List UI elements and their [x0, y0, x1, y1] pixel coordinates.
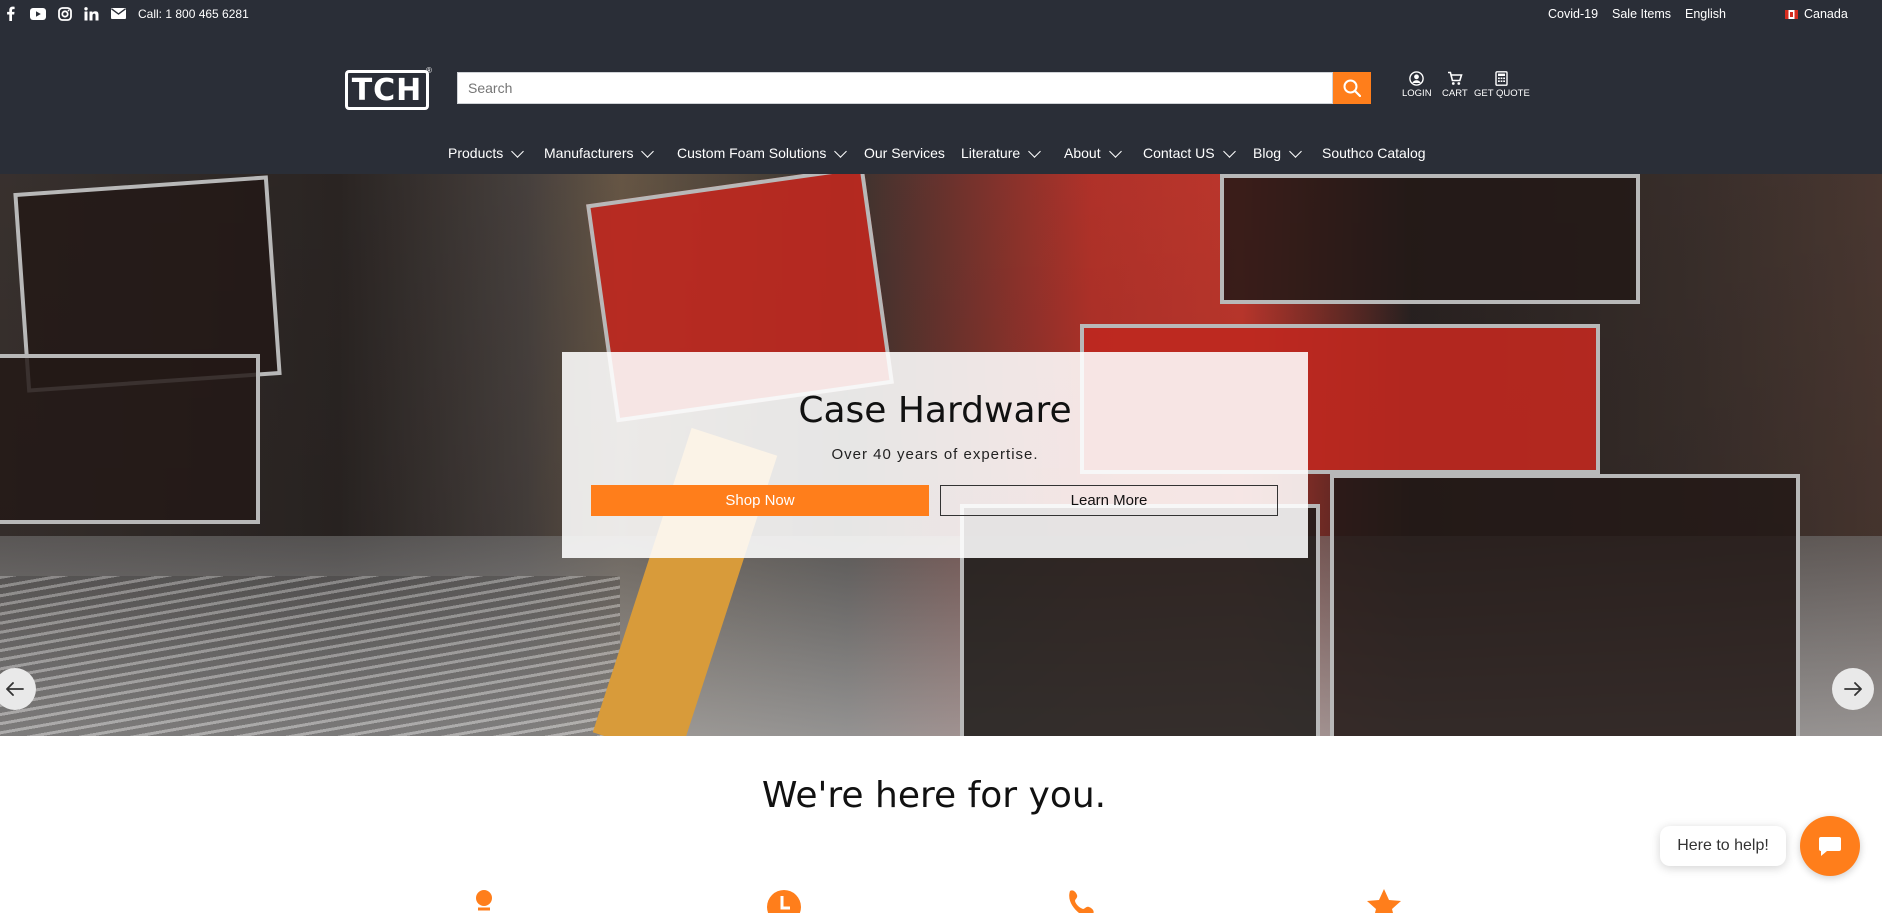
cart-label: CART: [1442, 88, 1468, 99]
language-selector[interactable]: English: [1685, 7, 1726, 21]
chevron-down-icon: [1289, 144, 1302, 158]
search-icon: [1343, 79, 1361, 97]
nav-literature[interactable]: Literature: [961, 139, 1042, 167]
logo-text: TCH: [351, 72, 423, 108]
nav-contact-us-label: Contact US: [1143, 145, 1215, 161]
nav-contact-us[interactable]: Contact US: [1143, 139, 1236, 167]
chevron-down-icon: [1108, 144, 1122, 158]
nav-custom-foam-solutions[interactable]: Custom Foam Solutions: [677, 139, 848, 167]
login-button[interactable]: LOGIN: [1402, 71, 1432, 99]
search-input[interactable]: Search: [457, 72, 1333, 104]
search-button[interactable]: [1333, 72, 1371, 104]
chevron-down-icon: [1028, 144, 1042, 158]
hero-title: Case Hardware: [798, 390, 1072, 431]
arrow-right-icon: [1844, 682, 1862, 696]
call-phone[interactable]: Call: 1 800 465 6281: [138, 7, 249, 21]
hero-floor-stripes: [0, 576, 620, 736]
nav-our-services-label: Our Services: [864, 145, 945, 161]
sale-items-link[interactable]: Sale Items: [1612, 7, 1671, 21]
email-icon[interactable]: [110, 5, 127, 22]
phone-icon: [1066, 889, 1098, 913]
carousel-next-button[interactable]: [1832, 668, 1874, 710]
nav-southco-catalog[interactable]: Southco Catalog: [1322, 139, 1426, 167]
nav-blog-label: Blog: [1253, 145, 1282, 161]
site-header: TCH ® Search LOGIN CART GET QUOTE Produc…: [0, 28, 1882, 174]
canada-flag-icon: [1785, 9, 1798, 19]
covid-link[interactable]: Covid-19: [1548, 7, 1598, 21]
nav-custom-foam-label: Custom Foam Solutions: [677, 145, 827, 161]
chat-icon: [1819, 837, 1841, 856]
nav-manufacturers[interactable]: Manufacturers: [544, 139, 655, 167]
cart-icon: [1447, 71, 1463, 85]
nav-our-services[interactable]: Our Services: [864, 139, 945, 167]
star-icon: [1366, 889, 1402, 913]
chevron-down-icon: [1222, 144, 1236, 158]
nav-southco-catalog-label: Southco Catalog: [1322, 145, 1426, 161]
nav-about-label: About: [1064, 145, 1101, 161]
nav-about[interactable]: About: [1064, 139, 1122, 167]
logo[interactable]: TCH: [345, 70, 429, 110]
user-icon: [1409, 71, 1425, 86]
facebook-icon[interactable]: [2, 5, 19, 22]
hero-case-2: [0, 354, 260, 524]
social-links: [2, 5, 127, 22]
nav-products[interactable]: Products: [448, 139, 525, 167]
arrow-left-icon: [6, 682, 24, 696]
clock-icon: [766, 889, 802, 913]
chevron-down-icon: [641, 144, 655, 158]
get-quote-label: GET QUOTE: [1474, 88, 1530, 99]
instagram-icon[interactable]: [56, 5, 73, 22]
hero-subtitle: Over 40 years of expertise.: [831, 446, 1039, 463]
top-bar: Call: 1 800 465 6281 Covid-19 Sale Items…: [0, 0, 1882, 28]
location-icon: [474, 889, 494, 913]
cart-button[interactable]: CART: [1442, 71, 1468, 99]
chat-help-bubble[interactable]: Here to help!: [1660, 826, 1786, 866]
youtube-icon[interactable]: [29, 5, 46, 22]
chevron-down-icon: [511, 144, 525, 158]
nav-products-label: Products: [448, 145, 504, 161]
learn-more-button[interactable]: Learn More: [940, 485, 1278, 516]
chevron-down-icon: [834, 144, 848, 158]
main-nav: Products Manufacturers Custom Foam Solut…: [0, 139, 1882, 167]
linkedin-icon[interactable]: [83, 5, 100, 22]
chat-button[interactable]: [1800, 816, 1860, 876]
hero-case-4: [1220, 174, 1640, 304]
hero-case-6: [1330, 474, 1800, 736]
nav-manufacturers-label: Manufacturers: [544, 145, 634, 161]
logo-registered-mark: ®: [426, 66, 432, 75]
section-title: We're here for you.: [761, 775, 1107, 816]
country-selector[interactable]: Canada: [1785, 7, 1848, 21]
calculator-icon: [1495, 71, 1509, 86]
nav-literature-label: Literature: [961, 145, 1021, 161]
get-quote-button[interactable]: GET QUOTE: [1474, 71, 1530, 99]
hero-slide-card: Case Hardware Over 40 years of expertise…: [562, 352, 1308, 558]
country-label: Canada: [1804, 7, 1848, 21]
shop-now-button[interactable]: Shop Now: [591, 485, 929, 516]
nav-blog[interactable]: Blog: [1253, 139, 1302, 167]
login-label: LOGIN: [1402, 88, 1432, 99]
